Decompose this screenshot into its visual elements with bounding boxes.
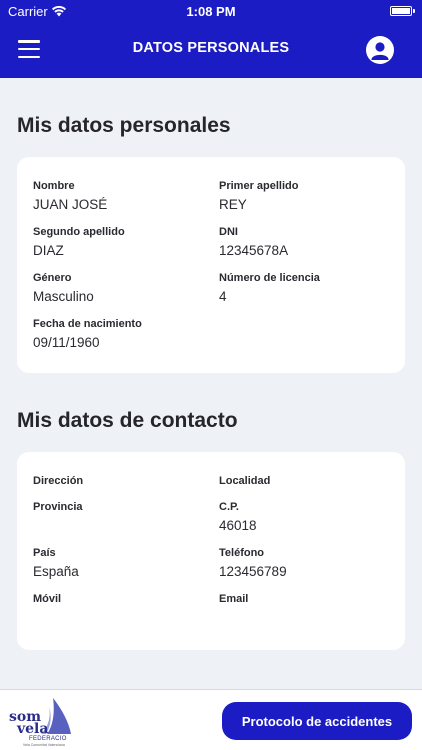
field-pais: País España bbox=[33, 547, 79, 579]
field-label: País bbox=[33, 547, 56, 559]
field-label: Segundo apellido bbox=[33, 226, 125, 238]
field-label: Teléfono bbox=[219, 547, 265, 559]
navigation-bar: DATOS PERSONALES bbox=[0, 22, 422, 78]
footer-bar: som vela FEDERACIO Vela Comunitat Valenc… bbox=[0, 689, 422, 750]
status-bar: Carrier 1:08 PM bbox=[0, 0, 422, 22]
field-label: Localidad bbox=[219, 475, 271, 487]
personal-data-heading: Mis datos personales bbox=[17, 114, 231, 137]
field-value: 4 bbox=[219, 289, 227, 304]
field-value: REY bbox=[219, 197, 247, 212]
logo-word-2: vela bbox=[17, 721, 49, 737]
field-cp: C.P. 46018 bbox=[219, 501, 257, 533]
field-telefono: Teléfono 123456789 bbox=[219, 547, 287, 579]
field-label: Móvil bbox=[33, 593, 62, 605]
field-numero-licencia: Número de licencia 4 bbox=[219, 272, 320, 304]
field-label: Primer apellido bbox=[219, 180, 299, 192]
field-label: Género bbox=[33, 272, 72, 284]
field-label: C.P. bbox=[219, 501, 239, 513]
page-title: DATOS PERSONALES bbox=[132, 40, 290, 56]
somvela-logo: som vela FEDERACIO Vela Comunitat Valenc… bbox=[9, 696, 74, 747]
field-movil: Móvil bbox=[33, 593, 61, 610]
field-fecha-nacimiento: Fecha de nacimiento 09/11/1960 bbox=[33, 318, 142, 350]
battery-icon bbox=[390, 6, 415, 16]
field-localidad: Localidad bbox=[219, 475, 270, 492]
status-time: 1:08 PM bbox=[186, 4, 236, 19]
contact-data-card: Dirección Localidad Provincia C.P. 46018… bbox=[17, 452, 405, 650]
field-segundo-apellido: Segundo apellido DIAZ bbox=[33, 226, 125, 258]
field-value: JUAN JOSÉ bbox=[33, 197, 108, 212]
user-profile-icon[interactable] bbox=[366, 36, 394, 64]
field-genero: Género Masculino bbox=[33, 272, 94, 304]
accident-protocol-button[interactable]: Protocolo de accidentes bbox=[222, 702, 412, 740]
field-value: 12345678A bbox=[219, 243, 289, 258]
field-email: Email bbox=[219, 593, 248, 610]
field-label: Nombre bbox=[33, 180, 75, 192]
field-value: DIAZ bbox=[33, 243, 64, 258]
field-primer-apellido: Primer apellido REY bbox=[219, 180, 298, 212]
field-nombre: Nombre JUAN JOSÉ bbox=[33, 180, 107, 212]
contact-data-heading: Mis datos de contacto bbox=[17, 409, 238, 432]
logo-org: FEDERACIO bbox=[29, 736, 67, 742]
field-value: 09/11/1960 bbox=[33, 335, 100, 350]
logo-subtitle: Vela Comunitat Valenciana bbox=[23, 743, 65, 747]
field-label: Fecha de nacimiento bbox=[33, 318, 142, 330]
field-label: Provincia bbox=[33, 501, 83, 513]
field-value: 46018 bbox=[219, 518, 257, 533]
personal-data-card: Nombre JUAN JOSÉ Primer apellido REY Seg… bbox=[17, 157, 405, 373]
field-label: Email bbox=[219, 593, 249, 605]
field-label: Número de licencia bbox=[219, 272, 320, 284]
field-label: Dirección bbox=[33, 475, 84, 487]
field-provincia: Provincia bbox=[33, 501, 83, 518]
field-dni: DNI 12345678A bbox=[219, 226, 288, 258]
field-direccion: Dirección bbox=[33, 475, 83, 492]
field-label: DNI bbox=[219, 226, 238, 238]
field-value: 123456789 bbox=[219, 564, 287, 579]
field-value: España bbox=[33, 564, 79, 579]
field-value: Masculino bbox=[33, 289, 94, 304]
